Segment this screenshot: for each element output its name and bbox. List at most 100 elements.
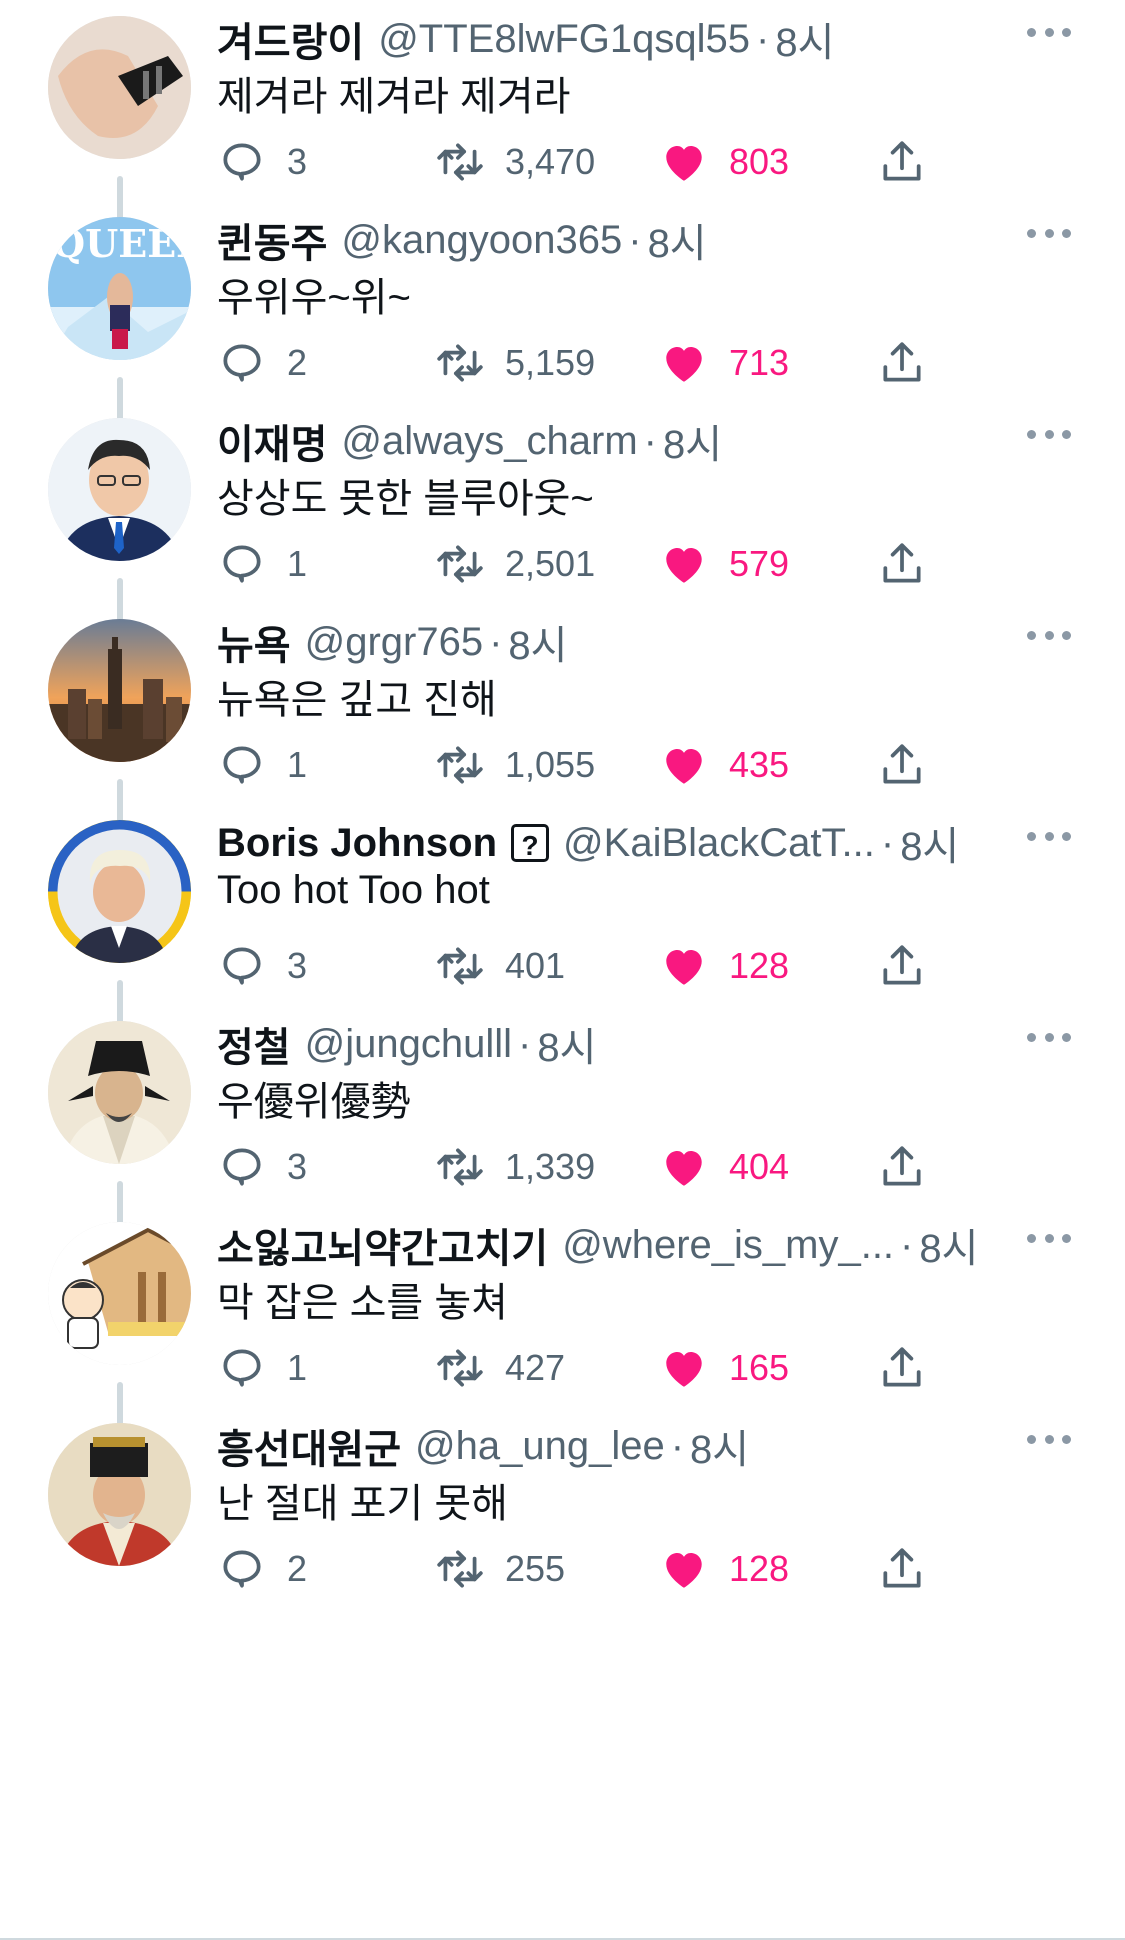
- timestamp[interactable]: 8시: [663, 412, 722, 470]
- more-icon[interactable]: [1027, 223, 1071, 243]
- timestamp[interactable]: 8시: [900, 814, 959, 872]
- more-icon[interactable]: [1027, 1027, 1071, 1047]
- retweet-button[interactable]: 1,339: [435, 1141, 595, 1193]
- user-handle[interactable]: @TTE8lwFG1qsql55: [378, 17, 750, 62]
- tweet-header: 흥선대원군 @ha_ung_lee · 8시: [217, 1421, 1125, 1473]
- display-name[interactable]: 겨드랑이: [217, 10, 364, 68]
- user-handle[interactable]: @kangyoon365: [341, 218, 622, 263]
- reply-icon: [223, 545, 261, 583]
- display-name[interactable]: 흥선대원군: [217, 1417, 401, 1475]
- share-icon: [883, 342, 921, 382]
- more-icon[interactable]: [1027, 22, 1071, 42]
- display-name[interactable]: 정철: [217, 1015, 291, 1073]
- display-name[interactable]: Boris Johnson: [217, 821, 497, 866]
- avatar[interactable]: [48, 1222, 191, 1365]
- reply-icon: [223, 1349, 261, 1387]
- tweet-text: 뉴욕은 깊고 진해: [217, 678, 497, 722]
- tweet-header: 겨드랑이 @TTE8lwFG1qsql55 · 8시: [217, 14, 1125, 66]
- reply-button[interactable]: 1: [217, 1342, 307, 1394]
- share-button[interactable]: [877, 739, 927, 791]
- avatar[interactable]: [48, 619, 191, 762]
- user-handle[interactable]: @always_charm: [341, 419, 637, 464]
- like-button[interactable]: 165: [659, 1342, 789, 1394]
- reply-button[interactable]: 3: [217, 136, 307, 188]
- timestamp[interactable]: 8시: [775, 10, 834, 68]
- reply-button[interactable]: 2: [217, 337, 307, 389]
- share-button[interactable]: [877, 940, 927, 992]
- reply-icon: [223, 947, 261, 985]
- user-handle[interactable]: @KaiBlackCatT...: [563, 821, 875, 866]
- like-button[interactable]: 579: [659, 538, 789, 590]
- more-icon[interactable]: [1027, 826, 1071, 846]
- like-button[interactable]: 713: [659, 337, 789, 389]
- retweet-button[interactable]: 401: [435, 940, 565, 992]
- display-name[interactable]: 소잃고뇌약간고치기: [217, 1216, 548, 1274]
- tweet[interactable]: 흥선대원군 @ha_ung_lee · 8시 난 절대 포기 못해 2 255 …: [0, 1407, 1125, 1656]
- share-button[interactable]: [877, 337, 927, 389]
- share-button[interactable]: [877, 1141, 927, 1193]
- avatar[interactable]: [48, 418, 191, 561]
- reply-button[interactable]: 3: [217, 940, 307, 992]
- retweet-button[interactable]: 5,159: [435, 337, 595, 389]
- like-count: 435: [729, 744, 790, 785]
- share-button[interactable]: [877, 136, 927, 188]
- like-button[interactable]: 404: [659, 1141, 789, 1193]
- timestamp[interactable]: 8시: [648, 211, 707, 269]
- share-button[interactable]: [877, 538, 927, 590]
- avatar[interactable]: QUEEN: [48, 217, 191, 360]
- retweet-button[interactable]: 1,055: [435, 739, 595, 791]
- share-button[interactable]: [877, 1543, 927, 1595]
- action-bar: 3 1,339 404: [217, 1141, 957, 1193]
- retweet-count: 1,055: [505, 744, 596, 785]
- reply-button[interactable]: 1: [217, 739, 307, 791]
- avatar[interactable]: [48, 1021, 191, 1164]
- reply-icon: [223, 1550, 261, 1588]
- timestamp[interactable]: 8시: [537, 1015, 596, 1073]
- reply-thread: 겨드랑이 @TTE8lwFG1qsql55 · 8시 제겨라 제겨라 제겨라 3…: [0, 0, 1125, 1940]
- display-name[interactable]: 뉴욕: [217, 613, 291, 671]
- share-icon: [883, 1347, 921, 1387]
- retweet-button[interactable]: 427: [435, 1342, 565, 1394]
- timestamp[interactable]: 8시: [508, 613, 567, 671]
- reply-button[interactable]: 1: [217, 538, 307, 590]
- timestamp[interactable]: 8시: [919, 1216, 978, 1274]
- like-button[interactable]: 128: [659, 940, 789, 992]
- action-bar: 1 427 165: [217, 1342, 957, 1394]
- more-icon[interactable]: [1027, 424, 1071, 444]
- retweet-button[interactable]: 2,501: [435, 538, 595, 590]
- like-button[interactable]: 435: [659, 739, 789, 791]
- display-name[interactable]: 이재명: [217, 412, 327, 470]
- reply-count: 3: [287, 1146, 308, 1187]
- retweet-button[interactable]: 3,470: [435, 136, 595, 188]
- like-button[interactable]: 128: [659, 1543, 789, 1595]
- reply-button[interactable]: 2: [217, 1543, 307, 1595]
- share-button[interactable]: [877, 1342, 927, 1394]
- more-icon[interactable]: [1027, 1429, 1071, 1449]
- like-count: 579: [729, 543, 790, 584]
- heart-icon: [666, 1552, 702, 1588]
- avatar[interactable]: [48, 1423, 191, 1566]
- user-handle[interactable]: @grgr765: [305, 620, 483, 665]
- display-name[interactable]: 퀸동주: [217, 211, 327, 269]
- more-icon[interactable]: [1027, 625, 1071, 645]
- reply-icon: [223, 344, 261, 382]
- avatar[interactable]: [48, 820, 191, 963]
- user-handle[interactable]: @ha_ung_lee: [415, 1424, 665, 1469]
- like-button[interactable]: 803: [659, 136, 789, 188]
- avatar[interactable]: [48, 16, 191, 159]
- retweet-count: 1,339: [505, 1146, 596, 1187]
- action-bar: 1 1,055 435: [217, 739, 957, 791]
- user-handle[interactable]: @jungchulll: [305, 1022, 512, 1067]
- like-count: 165: [729, 1347, 790, 1388]
- separator: ·: [900, 1222, 914, 1267]
- retweet-icon: [437, 1148, 483, 1186]
- reply-count: 3: [287, 945, 308, 986]
- reply-count: 2: [287, 1548, 308, 1589]
- user-handle[interactable]: @where_is_my_...: [562, 1223, 894, 1268]
- timestamp[interactable]: 8시: [690, 1417, 749, 1475]
- reply-count: 2: [287, 342, 308, 383]
- reply-button[interactable]: 3: [217, 1141, 307, 1193]
- more-icon[interactable]: [1027, 1228, 1071, 1248]
- heart-icon: [666, 748, 702, 784]
- retweet-button[interactable]: 255: [435, 1543, 565, 1595]
